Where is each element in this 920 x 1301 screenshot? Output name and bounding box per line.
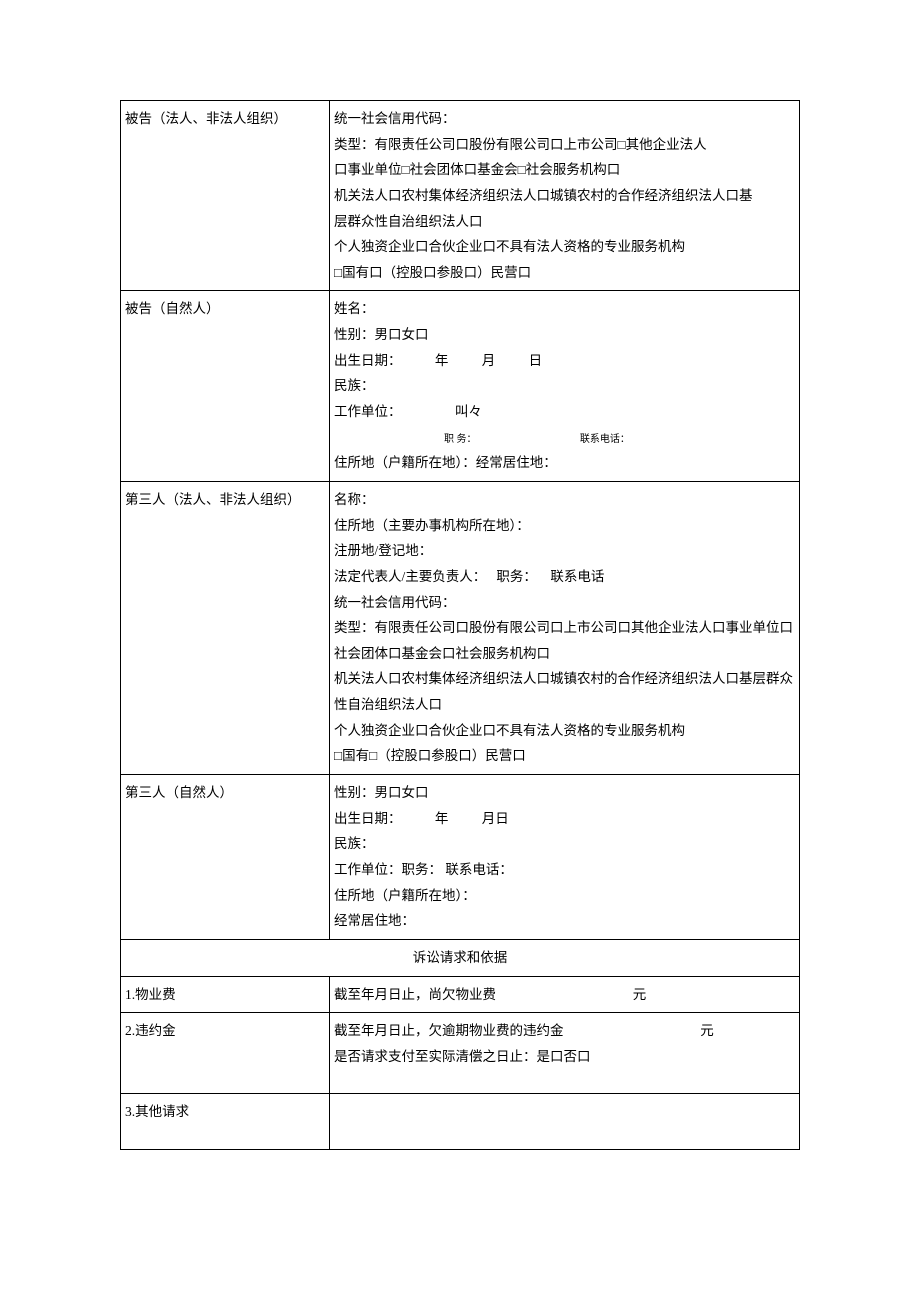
line: □国有口（控股口参股口）民营口 — [334, 260, 795, 286]
line: 个人独资企业口合伙企业口不具有法人资格的专业服务机构 — [334, 718, 795, 744]
document-page: 被告（法人、非法人组织） 统一社会信用代码： 类型：有限责任公司口股份有限公司口… — [0, 0, 920, 1301]
content-third-natural: 性别：男口女口 出生日期： 年 月日 民族： 工作单位：职务： 联系电话： 住所… — [330, 775, 800, 940]
row-third-legal: 第三人（法人、非法人组织） 名称： 住所地（主要办事机构所在地）： 注册地/登记… — [121, 481, 800, 774]
dob-label: 出生日期： — [334, 353, 402, 368]
row-section-title: 诉讼请求和依据 — [121, 939, 800, 976]
rep-position: 职务： — [496, 569, 537, 584]
rep-label: 法定代表人/主要负责人： — [334, 569, 486, 584]
line: 层群众性自治组织法人口 — [334, 209, 795, 235]
line: 类型：有限责任公司口股份有限公司口上市公司□其他企业法人 — [334, 132, 795, 158]
dob-month: 月 — [482, 353, 496, 368]
row-item-1: 1.物业费 截至年月日止，尚欠物业费 元 — [121, 976, 800, 1013]
text-a: 截至年月日止，尚欠物业费 — [334, 987, 496, 1002]
label-text: 第三人（法人、非法人组织） — [125, 492, 301, 507]
line: 姓名： — [334, 296, 795, 322]
line: 工作单位：职务： 联系电话： — [334, 857, 795, 883]
dob-label: 出生日期： — [334, 811, 402, 826]
dob-year: 年 — [435, 811, 449, 826]
line: 注册地/登记地： — [334, 538, 795, 564]
content-defendant-natural: 姓名： 性别：男口女口 出生日期： 年 月 日 民族： 工作单位： 叫々 职 务… — [330, 291, 800, 481]
label-item-2: 2.违约金 — [121, 1013, 330, 1094]
position-label: 职 务： — [444, 430, 477, 449]
label-third-legal: 第三人（法人、非法人组织） — [121, 481, 330, 774]
line: 是否请求支付至实际清偿之日止：是口否口 — [334, 1044, 795, 1070]
line: 口事业单位□社会团体口基金会□社会服务机构口 — [334, 157, 795, 183]
line: 截至年月日止，欠逾期物业费的违约金 元 — [334, 1018, 795, 1044]
label-item-3: 3.其他请求 — [121, 1094, 330, 1150]
row-third-natural: 第三人（自然人） 性别：男口女口 出生日期： 年 月日 民族： 工作单位：职务：… — [121, 775, 800, 940]
line: 住所地（主要办事机构所在地）： — [334, 513, 795, 539]
line: □国有□（控股口参股口）民营口 — [334, 743, 795, 769]
line: 工作单位： 叫々 — [334, 399, 795, 425]
phone-label: 联系电话： — [580, 430, 630, 449]
row-item-2: 2.违约金 截至年月日止，欠逾期物业费的违约金 元 是否请求支付至实际清偿之日止… — [121, 1013, 800, 1094]
content-defendant-legal: 统一社会信用代码： 类型：有限责任公司口股份有限公司口上市公司□其他企业法人 口… — [330, 101, 800, 291]
line: 统一社会信用代码： — [334, 590, 795, 616]
line: 法定代表人/主要负责人： 职务： 联系电话 — [334, 564, 795, 590]
line: 名称： — [334, 487, 795, 513]
content-item-1: 截至年月日止，尚欠物业费 元 — [330, 976, 800, 1013]
workplace-label: 工作单位： — [334, 404, 402, 419]
content-third-legal: 名称： 住所地（主要办事机构所在地）： 注册地/登记地： 法定代表人/主要负责人… — [330, 481, 800, 774]
label-text: 第三人（自然人） — [125, 785, 233, 800]
label-item-1: 1.物业费 — [121, 976, 330, 1013]
row-item-3: 3.其他请求 — [121, 1094, 800, 1150]
dob-monthday: 月日 — [482, 811, 509, 826]
label-text: 被告（自然人） — [125, 301, 220, 316]
line: 个人独资企业口合伙企业口不具有法人资格的专业服务机构 — [334, 234, 795, 260]
line: 机关法人口农村集体经济组织法人口城镇农村的合作经济组织法人口基层群众性自治组织法… — [334, 666, 795, 717]
rep-phone: 联系电话 — [550, 569, 604, 584]
row-defendant-legal: 被告（法人、非法人组织） 统一社会信用代码： 类型：有限责任公司口股份有限公司口… — [121, 101, 800, 291]
line: 住所地（户籍所在地）：经常居住地： — [334, 450, 795, 476]
workplace-note: 叫々 — [455, 404, 482, 419]
line: 性别：男口女口 — [334, 780, 795, 806]
line: 经常居住地： — [334, 908, 795, 934]
line: 类型：有限责任公司口股份有限公司口上市公司口其他企业法人口事业单位口社会团体口基… — [334, 615, 795, 666]
label-defendant-natural: 被告（自然人） — [121, 291, 330, 481]
content-item-3 — [330, 1094, 800, 1150]
label-defendant-legal: 被告（法人、非法人组织） — [121, 101, 330, 291]
line: 住所地（户籍所在地）： — [334, 883, 795, 909]
line: 民族： — [334, 373, 795, 399]
line: 出生日期： 年 月日 — [334, 806, 795, 832]
line: 出生日期： 年 月 日 — [334, 348, 795, 374]
line: 机关法人口农村集体经济组织法人口城镇农村的合作经济组织法人口基 — [334, 183, 795, 209]
content-item-2: 截至年月日止，欠逾期物业费的违约金 元 是否请求支付至实际清偿之日止：是口否口 — [330, 1013, 800, 1094]
line: 民族： — [334, 831, 795, 857]
dob-year: 年 — [435, 353, 449, 368]
text-a: 截至年月日止，欠逾期物业费的违约金 — [334, 1023, 564, 1038]
line: 统一社会信用代码： — [334, 106, 795, 132]
form-table: 被告（法人、非法人组织） 统一社会信用代码： 类型：有限责任公司口股份有限公司口… — [120, 100, 800, 1150]
dob-day: 日 — [529, 353, 543, 368]
section-title: 诉讼请求和依据 — [121, 939, 800, 976]
line: 职 务： 联系电话： — [334, 425, 795, 451]
label-text: 被告（法人、非法人组织） — [125, 111, 287, 126]
line: 性别：男口女口 — [334, 322, 795, 348]
label-third-natural: 第三人（自然人） — [121, 775, 330, 940]
row-defendant-natural: 被告（自然人） 姓名： 性别：男口女口 出生日期： 年 月 日 民族： 工作单位… — [121, 291, 800, 481]
text-b: 元 — [700, 1023, 714, 1038]
text-b: 元 — [633, 987, 647, 1002]
